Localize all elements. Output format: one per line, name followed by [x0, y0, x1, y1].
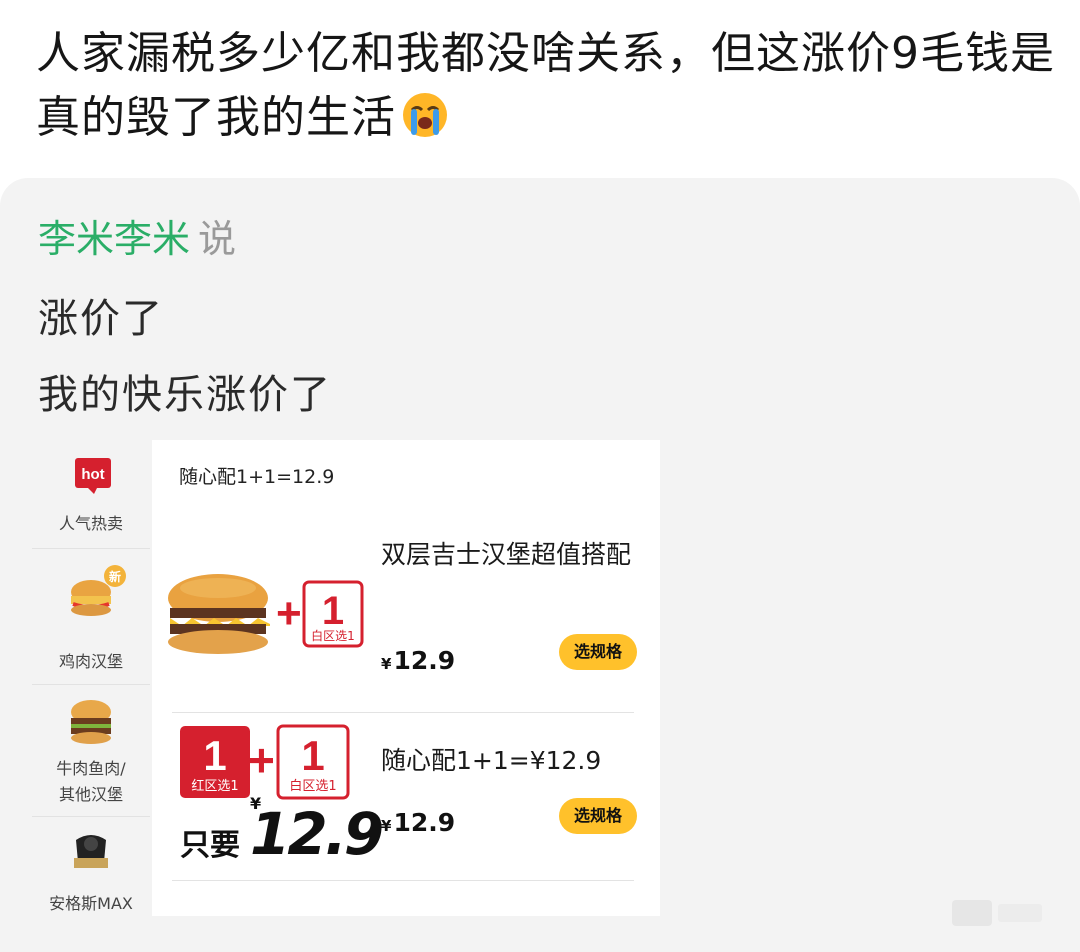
- red-badge-sub-label: 红区选1: [191, 778, 238, 794]
- item-name: 随心配1+1=¥12.9: [381, 746, 602, 775]
- new-badge-text: 新: [109, 569, 121, 584]
- chicken-burger-icon: 新: [71, 565, 126, 616]
- currency-symbol: ¥: [381, 655, 392, 673]
- beef-burger-icon: [71, 700, 111, 744]
- quote-says-label: 说: [198, 217, 237, 261]
- plus-one-badge-icon: + 1 白区选1: [276, 580, 364, 648]
- price-value: 12.9: [393, 646, 456, 675]
- currency-symbol: ¥: [381, 817, 392, 835]
- item-divider: [172, 712, 634, 713]
- hot-icon: hot: [75, 458, 111, 494]
- select-spec-button[interactable]: 选规格: [559, 798, 637, 834]
- double-cheeseburger-image: [168, 574, 270, 654]
- promo-only-label: 只要: [180, 828, 240, 863]
- item-name: 双层吉士汉堡超值搭配: [381, 540, 632, 569]
- sidebar-item-label-line2: 其他汉堡: [58, 785, 123, 804]
- hot-badge-text: hot: [81, 466, 104, 483]
- sidebar-item-label: 安格斯MAX: [49, 894, 133, 913]
- quote-author-link[interactable]: 李米李米: [38, 217, 190, 261]
- post-text: 人家漏税多少亿和我都没啥关系，但这涨价9毛钱是真的毁了我的生活: [36, 22, 1056, 150]
- sidebar-item-chicken-burger[interactable]: 新 鸡肉汉堡: [32, 560, 150, 680]
- white-badge-number: 1: [301, 732, 324, 779]
- red-white-pick-badge-icon: 1 红区选1 + 1 白区选1: [180, 724, 350, 800]
- angus-max-icon: [74, 835, 108, 868]
- post-text-content: 人家漏税多少亿和我都没啥关系，但这涨价9毛钱是真的毁了我的生活: [36, 28, 1055, 143]
- red-badge-number: 1: [203, 732, 226, 779]
- menu-item-list: 随心配1+1=12.9 + 1 白区选1 双层吉士汉堡超值搭配 ¥12.9 选规…: [152, 440, 660, 916]
- item-divider: [172, 880, 634, 881]
- white-badge-sub-label: 白区选1: [289, 778, 336, 794]
- quote-line-1: 涨价了: [38, 296, 164, 342]
- sidebar-item-label: 人气热卖: [58, 514, 123, 533]
- sidebar-item-label: 鸡肉汉堡: [58, 652, 123, 671]
- sidebar-item-label-line1: 牛肉鱼肉/: [56, 759, 126, 778]
- item-price: ¥12.9: [381, 646, 455, 675]
- svg-text:+: +: [248, 734, 275, 786]
- sidebar-item-beef-burger[interactable]: 牛肉鱼肉/ 其他汉堡: [32, 694, 150, 814]
- badge-sub-label: 白区选1: [311, 628, 355, 643]
- item-price: ¥12.9: [381, 808, 455, 837]
- sidebar-divider: [32, 548, 150, 549]
- menu-screenshot[interactable]: hot 人气热卖 新 鸡肉汉堡 牛肉鱼肉/ 其他汉堡 安格斯MAX 随心配1+1…: [32, 440, 660, 916]
- section-title: 随心配1+1=12.9: [179, 466, 335, 488]
- category-sidebar: hot 人气热卖 新 鸡肉汉堡 牛肉鱼肉/ 其他汉堡 安格斯MAX: [32, 440, 150, 916]
- sidebar-item-angus-max[interactable]: 安格斯MAX: [32, 828, 150, 916]
- crying-emoji-icon: [403, 93, 447, 137]
- watermark-logo: [952, 900, 1042, 926]
- quote-line-2: 我的快乐涨价了: [38, 372, 332, 418]
- price-value: 12.9: [393, 808, 456, 837]
- quote-card: 李米李米说 涨价了 我的快乐涨价了 hot 人气热卖 新 鸡肉汉堡 牛肉鱼肉/ …: [0, 178, 1080, 952]
- select-spec-button[interactable]: 选规格: [559, 634, 637, 670]
- promo-price: 12.9: [250, 800, 384, 868]
- sidebar-divider: [32, 684, 150, 685]
- sidebar-item-hot[interactable]: hot 人气热卖: [32, 450, 150, 546]
- badge-number: 1: [322, 589, 344, 633]
- quote-header: 李米李米说: [38, 214, 236, 264]
- sidebar-divider: [32, 816, 150, 817]
- svg-text:+: +: [276, 589, 302, 638]
